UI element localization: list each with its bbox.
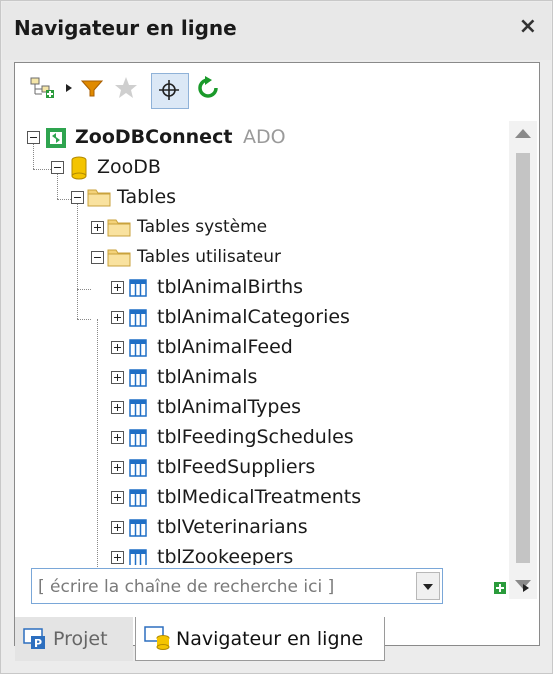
title-bar: Navigateur en ligne × [2,2,551,60]
table-name: tblFeedingSchedules [157,426,354,448]
table-icon [129,549,147,565]
table-icon [129,459,147,477]
scroll-up-icon[interactable] [515,129,531,138]
tree-node-table[interactable]: tblAnimalBirths [15,273,505,303]
tree-node-table[interactable]: tblFeedSuppliers [15,453,505,483]
svg-text:P: P [34,637,42,650]
expand-toggle[interactable] [111,281,124,294]
connection-kind: ADO [243,126,286,148]
collapse-toggle[interactable] [71,191,84,204]
tree-node-table[interactable]: tblAnimalCategories [15,303,505,333]
user-tables-label: Tables utilisateur [137,247,281,267]
search-dropdown-button[interactable] [416,572,440,600]
project-icon: P [23,628,45,650]
vertical-scrollbar[interactable] [509,121,537,599]
expand-toggle[interactable] [111,311,124,324]
table-name: tblVeterinarians [157,516,308,538]
table-name: tblAnimalTypes [157,396,302,418]
expand-toggle[interactable] [91,221,104,234]
tree-node-table[interactable]: tblZookeepers [15,543,505,565]
window-title: Navigateur en ligne [14,16,237,40]
online-browser-window: Navigateur en ligne × ZooDBConnect ADO Z… [0,0,553,674]
folder-icon [87,189,111,207]
menu-arrow-icon[interactable] [63,75,75,101]
table-name: tblFeedSuppliers [157,456,316,478]
table-name: tblAnimalBirths [157,276,304,298]
connection-name: ZooDBConnect [75,126,233,148]
connection-icon [46,128,66,148]
expand-toggle[interactable] [111,491,124,504]
filter-icon[interactable] [79,75,105,101]
table-icon [129,369,147,387]
locate-icon[interactable] [151,73,189,109]
add-connection-icon[interactable] [29,75,59,101]
table-name: tblAnimalFeed [157,336,293,358]
system-tables-label: Tables système [137,217,268,237]
tables-label: Tables [117,186,177,208]
table-name: tblMedicalTreatments [157,486,362,508]
more-options-icon[interactable] [521,581,531,595]
tab-label: Navigateur en ligne [176,628,364,650]
tree-node-table[interactable]: tblMedicalTreatments [15,483,505,513]
database-name: ZooDB [97,156,161,178]
tree-node-table[interactable]: tblAnimalTypes [15,393,505,423]
tree-node-table[interactable]: tblAnimalFeed [15,333,505,363]
table-icon [129,279,147,297]
tab-bar: P Projet Navigateur en ligne [1,617,553,675]
table-icon [129,309,147,327]
tree-node-table[interactable]: tblFeedingSchedules [15,423,505,453]
expand-toggle[interactable] [111,401,124,414]
expand-toggle[interactable] [111,551,124,564]
scroll-thumb[interactable] [516,153,530,563]
tab-projet[interactable]: P Projet [15,617,133,661]
tree-node-system-tables[interactable]: Tables système [15,213,505,243]
folder-icon [107,249,131,267]
expand-toggle[interactable] [111,341,124,354]
favorite-star-icon[interactable] [113,75,139,101]
search-input[interactable] [36,573,410,601]
table-icon [129,489,147,507]
tree-node-tables[interactable]: Tables [15,183,505,213]
expand-toggle[interactable] [111,371,124,384]
online-browser-icon [144,626,170,650]
collapse-toggle[interactable] [27,131,40,144]
tree-node-table[interactable]: tblAnimals [15,363,505,393]
expand-all-icon[interactable] [493,581,507,595]
table-name: tblAnimalCategories [157,306,350,328]
folder-icon [107,219,131,237]
table-icon [129,339,147,357]
refresh-icon[interactable] [195,75,221,101]
expand-toggle[interactable] [111,431,124,444]
tab-label: Projet [53,628,108,650]
tree-node-database[interactable]: ZooDB [15,153,505,183]
collapse-toggle[interactable] [91,251,104,264]
tree-node-connection[interactable]: ZooDBConnect ADO [15,123,505,153]
table-name: tblZookeepers [157,546,294,565]
collapse-toggle[interactable] [51,161,64,174]
database-icon [71,156,87,180]
expand-toggle[interactable] [111,521,124,534]
tree-node-table[interactable]: tblVeterinarians [15,513,505,543]
close-icon[interactable]: × [519,14,537,39]
tab-online-browser[interactable]: Navigateur en ligne [135,617,385,661]
table-name: tblAnimals [157,366,258,388]
tree-node-user-tables[interactable]: Tables utilisateur [15,243,505,273]
table-icon [129,399,147,417]
tree-view: ZooDBConnect ADO ZooDB Tables Tables sys… [15,111,505,601]
table-icon [129,429,147,447]
browser-panel: ZooDBConnect ADO ZooDB Tables Tables sys… [14,62,540,646]
table-icon [129,519,147,537]
toolbar [15,63,539,111]
search-field[interactable] [31,568,443,604]
expand-toggle[interactable] [111,461,124,474]
